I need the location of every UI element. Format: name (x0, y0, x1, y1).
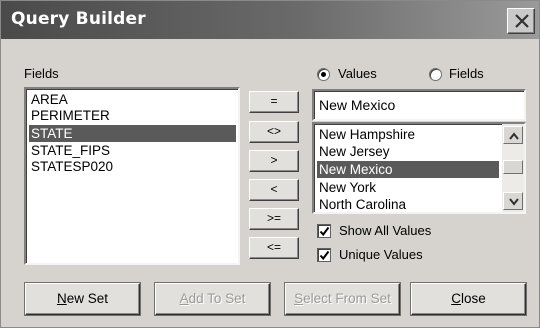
operator-greater-button[interactable]: > (249, 150, 299, 172)
values-radio[interactable] (317, 68, 330, 81)
select-from-set-button[interactable]: Select From Set (285, 283, 400, 315)
value-item-new-mexico[interactable]: New Mexico (317, 161, 499, 178)
value-item-new-york[interactable]: New York (317, 179, 499, 196)
field-item-area[interactable]: AREA (29, 91, 236, 108)
scroll-up-button[interactable] (503, 126, 523, 144)
field-item-perimeter[interactable]: PERIMETER (29, 107, 236, 124)
operator-less-button[interactable]: < (249, 179, 299, 201)
fields-label: Fields (24, 66, 59, 81)
show-all-values-checkbox[interactable] (317, 224, 331, 238)
close-button[interactable]: Close (411, 283, 526, 315)
operator-less-equal-button[interactable]: <= (249, 237, 299, 259)
scroll-down-icon (509, 198, 519, 206)
new-set-label: ew Set (66, 291, 109, 306)
unique-values-checkbox[interactable] (317, 248, 331, 262)
values-list[interactable]: New Hampshire New Jersey New Mexico New … (312, 122, 526, 214)
operator-equals-button[interactable]: = (249, 91, 299, 113)
checkmark-icon (319, 226, 330, 237)
value-item-new-jersey[interactable]: New Jersey (317, 143, 499, 160)
checkmark-icon (319, 250, 330, 261)
show-all-values-label[interactable]: Show All Values (339, 223, 431, 238)
operator-greater-equal-button[interactable]: >= (249, 208, 299, 230)
add-to-set-button[interactable]: Add To Set (155, 283, 270, 315)
field-item-statesp020[interactable]: STATESP020 (29, 158, 236, 175)
fields-radio[interactable] (429, 68, 442, 81)
close-icon (515, 14, 529, 28)
add-to-set-label: dd To Set (188, 291, 246, 306)
title-bar[interactable]: Query Builder (1, 1, 539, 39)
close-mnemonic: C (451, 291, 461, 306)
operator-not-equal-button[interactable]: <> (249, 121, 299, 143)
value-item-north-carolina[interactable]: North Carolina (317, 196, 499, 212)
scroll-thumb[interactable] (503, 160, 523, 174)
scroll-down-button[interactable] (503, 192, 523, 210)
select-from-set-mnemonic: S (294, 291, 304, 306)
fields-radio-label[interactable]: Fields (449, 66, 484, 81)
window-title: Query Builder (11, 9, 146, 29)
close-window-button[interactable] (507, 8, 535, 34)
new-set-mnemonic: N (56, 291, 67, 306)
values-scrollbar[interactable] (502, 124, 524, 212)
close-label: lose (460, 291, 486, 306)
query-builder-dialog: Query Builder Fields AREA PERIMETER STAT… (0, 0, 540, 328)
values-radio-label[interactable]: Values (338, 66, 377, 81)
field-item-state[interactable]: STATE (29, 125, 236, 142)
scroll-up-icon (509, 132, 519, 140)
select-from-set-label: elect From Set (303, 291, 391, 306)
new-set-button[interactable]: New Set (25, 283, 140, 315)
add-to-set-mnemonic: A (179, 291, 189, 306)
value-input-text: New Mexico (319, 97, 396, 113)
field-item-state-fips[interactable]: STATE_FIPS (29, 142, 236, 159)
unique-values-label[interactable]: Unique Values (339, 247, 423, 262)
value-item-new-hampshire[interactable]: New Hampshire (317, 126, 499, 143)
fields-list[interactable]: AREA PERIMETER STATE STATE_FIPS STATESP0… (24, 87, 240, 265)
value-input[interactable]: New Mexico (312, 89, 526, 121)
